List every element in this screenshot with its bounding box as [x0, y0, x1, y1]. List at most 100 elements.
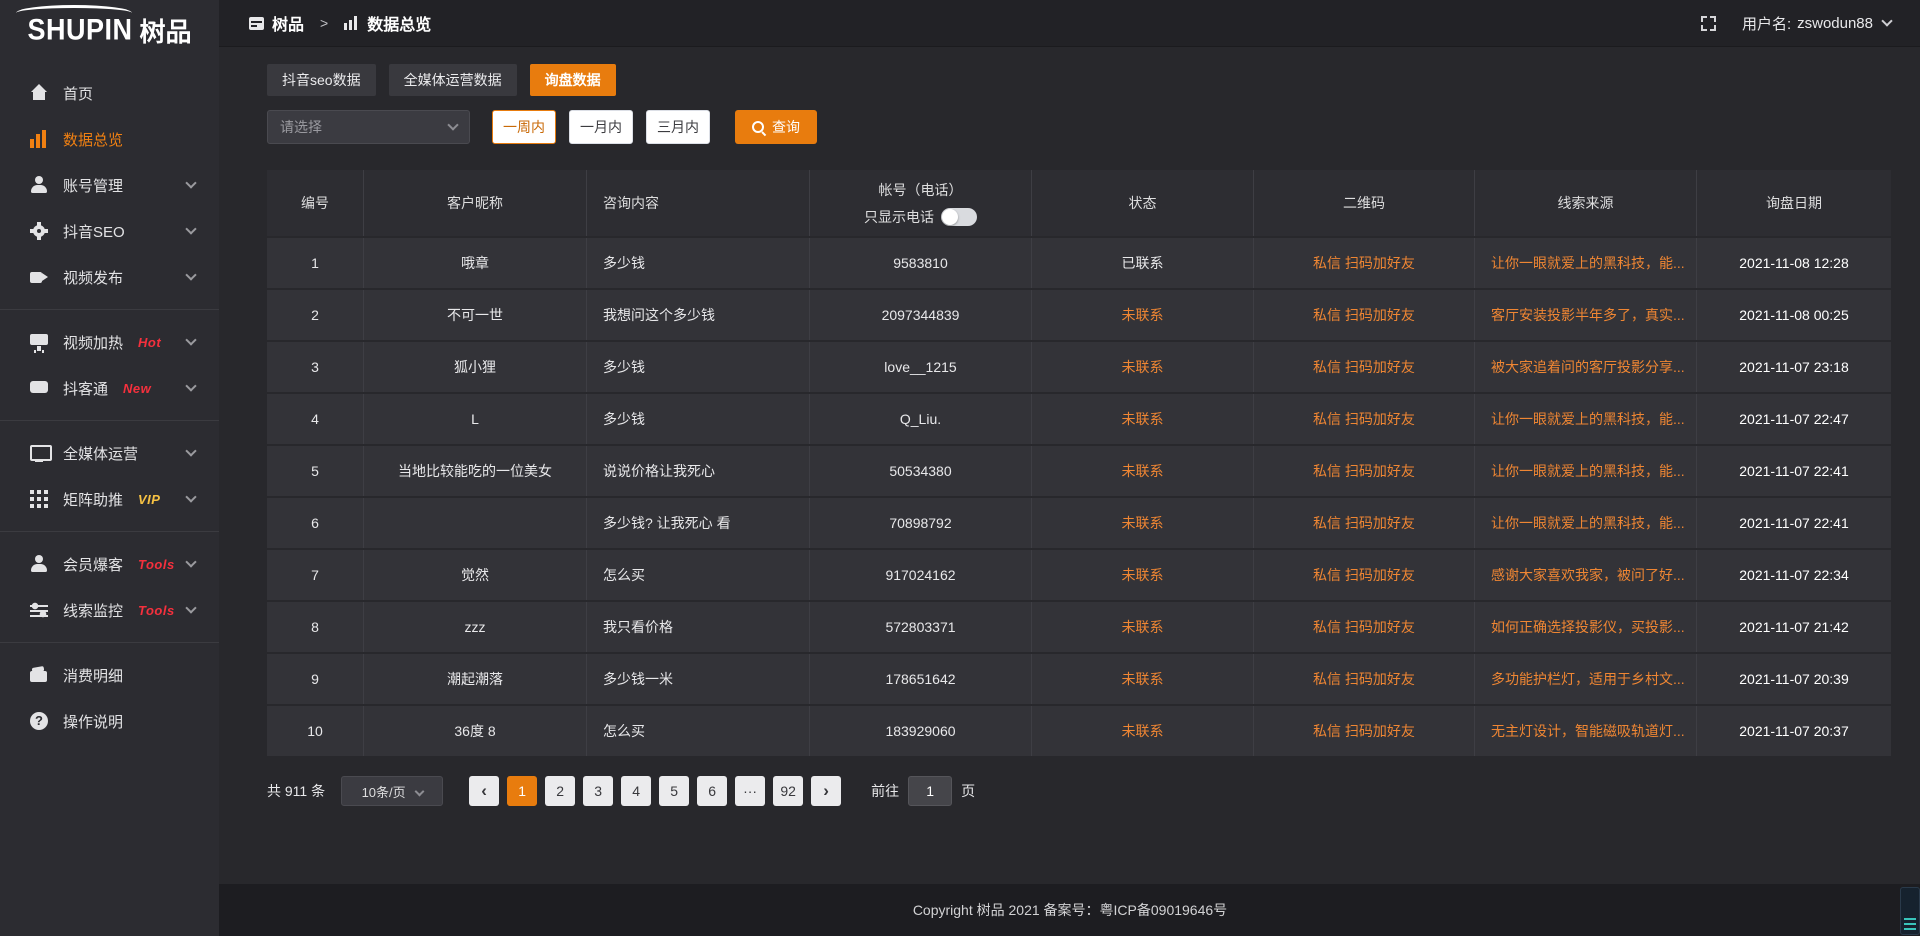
badge-vip: VIP: [138, 492, 160, 507]
top-header: 树品 > 数据总览 用户名: zswodun88: [219, 0, 1920, 47]
page-button-6[interactable]: 6: [697, 776, 727, 806]
cell-source-link[interactable]: 客厅安装投影半年多了，真实...: [1475, 290, 1697, 340]
sidebar-item-omnimedia-operation[interactable]: 全媒体运营: [0, 430, 219, 476]
cell-qrcode-links[interactable]: 私信 扫码加好友: [1254, 498, 1475, 548]
page-button-5[interactable]: 5: [659, 776, 689, 806]
cell-nickname: 36度 8: [364, 706, 587, 756]
cell-content: 多少钱: [587, 342, 810, 392]
cell-qrcode-links[interactable]: 私信 扫码加好友: [1254, 550, 1475, 600]
search-button[interactable]: 查询: [735, 110, 817, 144]
tab-inquiry-data[interactable]: 询盘数据: [530, 64, 616, 96]
logo[interactable]: SHUPIN 树品: [0, 0, 219, 60]
sidebar-item-douyin-seo[interactable]: 抖音SEO: [0, 208, 219, 254]
cell-source-link[interactable]: 被大家追着问的客厅投影分享...: [1475, 342, 1697, 392]
phone-only-toggle[interactable]: [941, 208, 977, 226]
cell-id: 7: [267, 550, 364, 600]
cell-qrcode-links[interactable]: 私信 扫码加好友: [1254, 290, 1475, 340]
cell-source-link[interactable]: 多功能护栏灯，适用于乡村文...: [1475, 654, 1697, 704]
cell-qrcode-links[interactable]: 私信 扫码加好友: [1254, 654, 1475, 704]
cell-qrcode-links[interactable]: 私信 扫码加好友: [1254, 342, 1475, 392]
page-size-select[interactable]: 10条/页: [341, 776, 443, 806]
screen-icon: [30, 444, 48, 462]
account-select[interactable]: 请选择: [267, 110, 470, 144]
cell-date: 2021-11-07 20:37: [1697, 706, 1891, 756]
page-button-3[interactable]: 3: [583, 776, 613, 806]
cell-source-link[interactable]: 让你一眼就爱上的黑科技，能...: [1475, 238, 1697, 288]
cell-content: 多少钱一米: [587, 654, 810, 704]
data-tabs: 抖音seo数据 全媒体运营数据 询盘数据: [267, 64, 1891, 96]
table-row: 2不可一世我想问这个多少钱2097344839未联系私信 扫码加好友客厅安装投影…: [267, 290, 1891, 340]
sidebar-item-matrix-boost[interactable]: 矩阵助推 VIP: [0, 476, 219, 522]
table-row: 5当地比较能吃的一位美女说说价格让我死心50534380未联系私信 扫码加好友让…: [267, 446, 1891, 496]
cell-qrcode-links[interactable]: 私信 扫码加好友: [1254, 238, 1475, 288]
sidebar-item-label: 抖客通: [63, 378, 108, 399]
status-badge: 未联系: [1032, 342, 1254, 392]
tab-omnimedia-data[interactable]: 全媒体运营数据: [389, 64, 517, 96]
sidebar-item-label: 矩阵助推: [63, 489, 123, 510]
cell-qrcode-links[interactable]: 私信 扫码加好友: [1254, 602, 1475, 652]
sidebar-item-label: 视频加热: [63, 332, 123, 353]
next-page-button[interactable]: ›: [811, 776, 841, 806]
cell-nickname: 狐小狸: [364, 342, 587, 392]
fullscreen-icon[interactable]: [1701, 16, 1716, 31]
cell-account: 917024162: [810, 550, 1032, 600]
cell-date: 2021-11-07 21:42: [1697, 602, 1891, 652]
cell-account: 70898792: [810, 498, 1032, 548]
corner-widget[interactable]: [1900, 887, 1920, 935]
sidebar-item-data-overview[interactable]: 数据总览: [0, 116, 219, 162]
member-icon: [30, 555, 48, 573]
cell-source-link[interactable]: 让你一眼就爱上的黑科技，能...: [1475, 446, 1697, 496]
status-badge: 已联系: [1032, 238, 1254, 288]
cell-source-link[interactable]: 无主灯设计，智能磁吸轨道灯...: [1475, 706, 1697, 756]
sidebar-item-consumption-detail[interactable]: 消费明细: [0, 652, 219, 698]
sidebar-item-video-publish[interactable]: 视频发布: [0, 254, 219, 300]
sidebar-item-douketong[interactable]: 抖客通New: [0, 365, 219, 411]
sidebar-item-label: 全媒体运营: [63, 443, 138, 464]
cell-qrcode-links[interactable]: 私信 扫码加好友: [1254, 706, 1475, 756]
monitor-icon: [30, 333, 48, 351]
page-button-1[interactable]: 1: [507, 776, 537, 806]
cell-nickname: 潮起潮落: [364, 654, 587, 704]
username-value[interactable]: zswodun88: [1797, 15, 1873, 32]
page-button-2[interactable]: 2: [545, 776, 575, 806]
cell-source-link[interactable]: 让你一眼就爱上的黑科技，能...: [1475, 498, 1697, 548]
cell-qrcode-links[interactable]: 私信 扫码加好友: [1254, 446, 1475, 496]
goto-page-input[interactable]: [908, 776, 952, 806]
chevron-down-icon[interactable]: [1881, 15, 1892, 26]
cell-content: 多少钱? 让我死心 看: [587, 498, 810, 548]
range-button-month[interactable]: 一月内: [569, 110, 633, 144]
sidebar-item-member-baoke[interactable]: 会员爆客Tools: [0, 541, 219, 587]
sidebar-item-label: 消费明细: [63, 665, 123, 686]
sidebar-item-account-management[interactable]: 账号管理: [0, 162, 219, 208]
chevron-down-icon: [185, 380, 196, 391]
chevron-down-icon: [185, 602, 196, 613]
col-header-status: 状态: [1032, 170, 1254, 236]
prev-page-button[interactable]: ‹: [469, 776, 499, 806]
badge-hot: Hot: [138, 335, 161, 350]
col-header-nickname: 客户昵称: [364, 170, 587, 236]
range-button-quarter[interactable]: 三月内: [646, 110, 710, 144]
cell-date: 2021-11-07 22:41: [1697, 446, 1891, 496]
sidebar-item-clue-monitor[interactable]: 线索监控Tools: [0, 587, 219, 633]
cell-account: 178651642: [810, 654, 1032, 704]
page-button-92[interactable]: 92: [773, 776, 803, 806]
tab-douyin-seo-data[interactable]: 抖音seo数据: [267, 64, 376, 96]
sidebar-item-home[interactable]: 首页: [0, 70, 219, 116]
page-button-4[interactable]: 4: [621, 776, 651, 806]
select-placeholder: 请选择: [280, 117, 322, 137]
sidebar-item-video-heating[interactable]: 视频加热 Hot: [0, 319, 219, 365]
page-ellipsis-button[interactable]: ···: [735, 776, 765, 806]
breadcrumb-root[interactable]: 树品: [272, 11, 304, 35]
sidebar-item-label: 视频发布: [63, 267, 123, 288]
cell-qrcode-links[interactable]: 私信 扫码加好友: [1254, 394, 1475, 444]
dashboard-icon: [249, 17, 264, 30]
sidebar-item-operation-guide[interactable]: 操作说明: [0, 698, 219, 744]
cell-account: 2097344839: [810, 290, 1032, 340]
cell-date: 2021-11-07 22:41: [1697, 498, 1891, 548]
page-list: 123456 ··· 92: [499, 776, 803, 806]
cell-source-link[interactable]: 如何正确选择投影仪，买投影...: [1475, 602, 1697, 652]
inquiry-table: 编号 客户昵称 咨询内容 帐号（电话） 只显示电话 状态 二维码: [267, 170, 1891, 756]
cell-source-link[interactable]: 感谢大家喜欢我家，被问了好...: [1475, 550, 1697, 600]
cell-source-link[interactable]: 让你一眼就爱上的黑科技，能...: [1475, 394, 1697, 444]
range-button-week[interactable]: 一周内: [492, 110, 556, 144]
